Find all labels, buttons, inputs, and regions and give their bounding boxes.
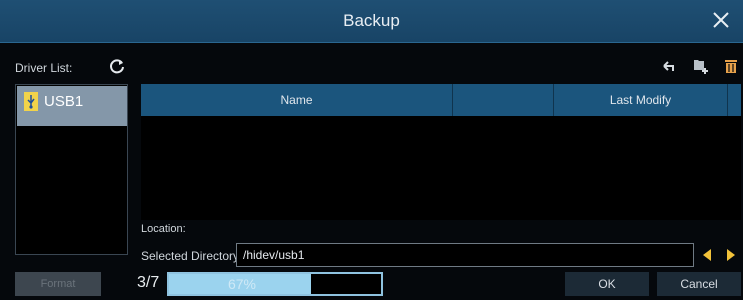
triangle-right-icon[interactable] (725, 248, 737, 262)
table-header: Name Last Modify (141, 84, 741, 116)
back-arrow-icon[interactable] (661, 58, 677, 74)
selected-directory-field[interactable]: /hidev/usb1 (236, 243, 694, 267)
driver-item-label: USB1 (44, 93, 84, 110)
cancel-button[interactable]: Cancel (657, 272, 741, 296)
driver-list-label: Driver List: (15, 61, 73, 75)
driver-item-usb1[interactable]: USB1 (17, 86, 127, 126)
trash-icon[interactable] (723, 58, 739, 74)
triangle-left-icon[interactable] (701, 248, 713, 262)
file-table: Name Last Modify (141, 84, 741, 220)
column-header-blank[interactable] (453, 84, 554, 116)
close-icon[interactable] (709, 8, 733, 32)
column-header-last-modify[interactable]: Last Modify (554, 84, 728, 116)
usb-icon (24, 92, 38, 111)
title-bar: Backup (0, 0, 743, 43)
progress-text: 67% (227, 276, 257, 292)
page-count: 3/7 (137, 274, 160, 291)
ok-button[interactable]: OK (565, 272, 649, 296)
new-folder-icon[interactable] (693, 58, 709, 74)
progress-bar: 67% (167, 272, 383, 296)
driver-list: USB1 (15, 84, 128, 255)
format-button[interactable]: Format (15, 272, 101, 296)
column-header-name[interactable]: Name (141, 84, 453, 116)
column-header-extra (728, 84, 741, 116)
window-title: Backup (343, 11, 400, 30)
refresh-icon[interactable] (108, 57, 126, 75)
selected-directory-label: Selected Directory: (141, 249, 243, 263)
location-label: Location: (141, 223, 186, 235)
